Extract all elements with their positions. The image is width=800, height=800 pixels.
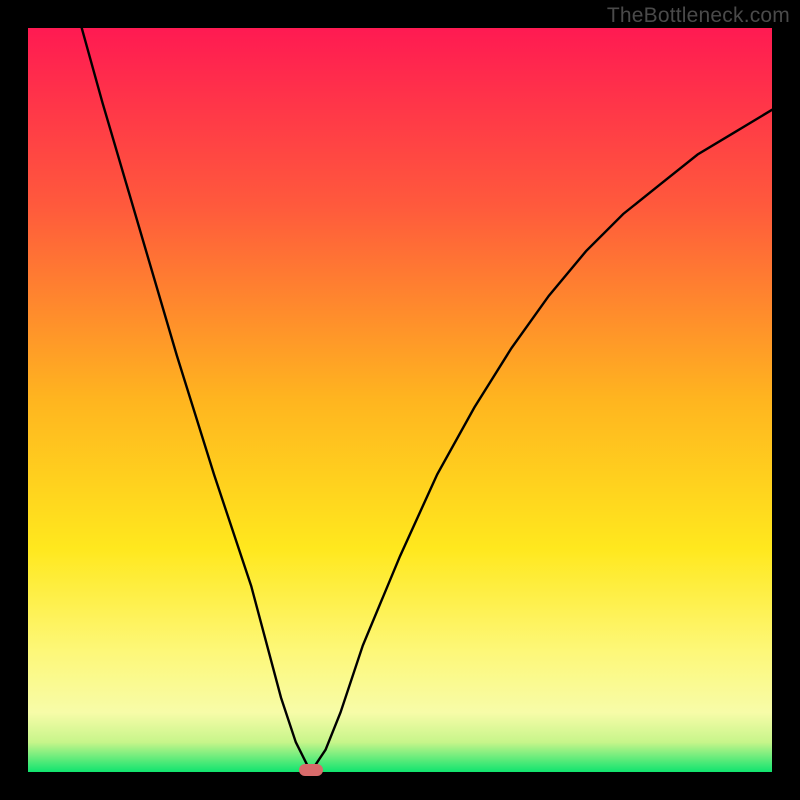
curve-svg bbox=[28, 28, 772, 772]
watermark-text: TheBottleneck.com bbox=[607, 4, 790, 28]
optimum-marker bbox=[299, 764, 323, 776]
bottleneck-curve-path bbox=[28, 28, 772, 772]
plot-area bbox=[28, 28, 772, 772]
chart-frame: TheBottleneck.com bbox=[0, 0, 800, 800]
